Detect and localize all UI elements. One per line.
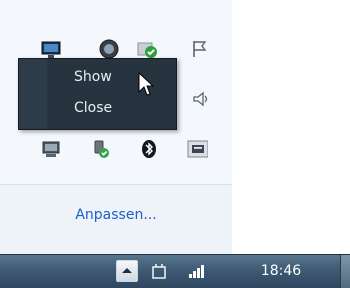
- usb-device-icon[interactable]: [90, 138, 112, 160]
- menu-icon-gutter: [19, 59, 47, 129]
- desktop-background: [232, 0, 350, 254]
- show-hidden-icons-button[interactable]: [116, 260, 138, 282]
- menu-item-show[interactable]: Show: [74, 69, 112, 85]
- display-icon[interactable]: [40, 138, 62, 160]
- tray-app-icon[interactable]: [186, 138, 208, 160]
- network-monitor-icon[interactable]: [40, 38, 62, 60]
- update-checkmark-icon[interactable]: [136, 38, 158, 60]
- menu-item-close[interactable]: Close: [74, 100, 112, 116]
- power-plug-icon[interactable]: [148, 262, 170, 280]
- taskbar-clock[interactable]: 18:46: [256, 263, 306, 279]
- signal-strength-icon[interactable]: [186, 262, 208, 280]
- mouse-cursor-icon: [138, 71, 155, 102]
- taskbar: 18:46: [0, 254, 350, 288]
- action-center-flag-icon[interactable]: [188, 38, 210, 60]
- show-desktop-button[interactable]: [340, 255, 350, 288]
- customize-link[interactable]: Anpassen...: [0, 207, 232, 223]
- bluetooth-icon[interactable]: [138, 138, 160, 160]
- volume-icon[interactable]: [190, 88, 212, 110]
- overflow-footer: Anpassen...: [0, 184, 232, 255]
- app-globe-icon[interactable]: [98, 38, 120, 60]
